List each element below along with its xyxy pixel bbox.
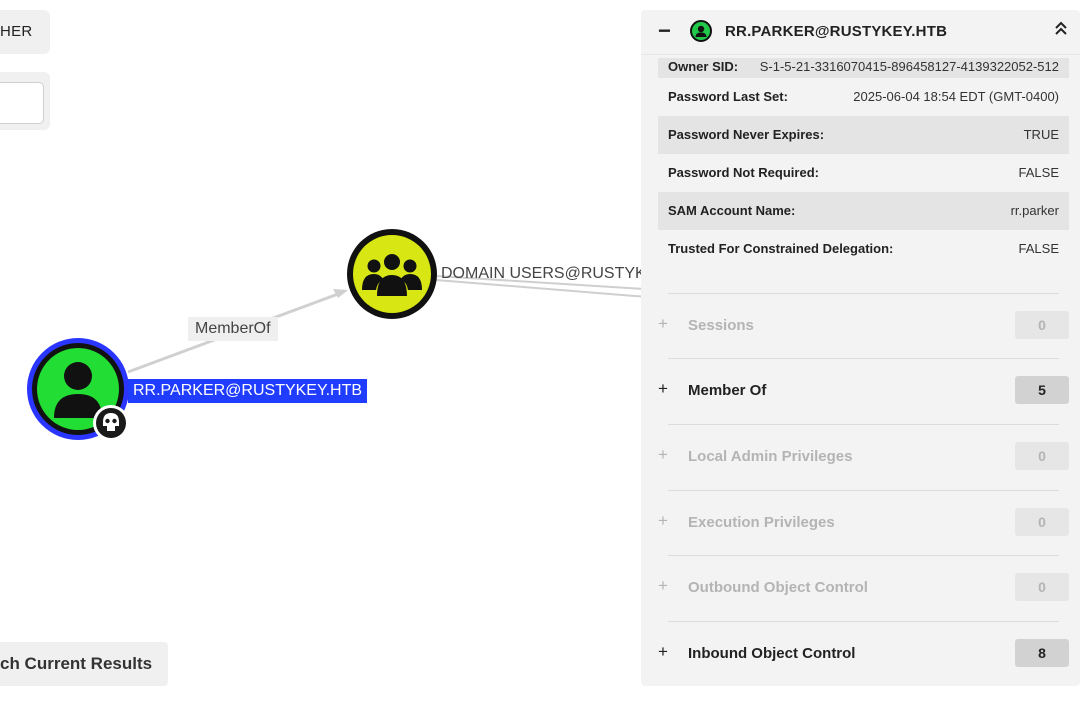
property-value: TRUE bbox=[1023, 127, 1059, 142]
edge-label-memberof: MemberOf bbox=[188, 317, 278, 341]
property-key: Password Not Required: bbox=[668, 165, 819, 180]
count-badge: 0 bbox=[1015, 573, 1069, 601]
property-key: SAM Account Name: bbox=[668, 203, 796, 218]
count-badge: 5 bbox=[1015, 376, 1069, 404]
search-current-results-label: ch Current Results bbox=[0, 654, 153, 673]
section-sessions[interactable]: + Sessions 0 bbox=[658, 293, 1069, 358]
property-value: S-1-5-21-3316070415-896458127-4139322052… bbox=[759, 59, 1059, 74]
group-icon bbox=[362, 254, 422, 296]
count-badge: 0 bbox=[1015, 442, 1069, 470]
expand-icon: + bbox=[658, 576, 668, 595]
properties-table: Owner SID: S-1-5-21-3316070415-896458127… bbox=[658, 58, 1069, 268]
entity-panel: Owner SID: S-1-5-21-3316070415-896458127… bbox=[641, 10, 1080, 686]
property-row-sam-account-name: SAM Account Name: rr.parker bbox=[658, 192, 1069, 230]
section-divider bbox=[668, 621, 1059, 622]
property-key: Owner SID: bbox=[668, 59, 739, 74]
section-member-of[interactable]: + Member Of 5 bbox=[658, 358, 1069, 423]
group-node-label[interactable]: DOMAIN USERS@RUSTYK bbox=[441, 263, 646, 285]
section-divider bbox=[668, 555, 1059, 556]
expand-icon: + bbox=[658, 445, 668, 464]
property-value: FALSE bbox=[1018, 165, 1059, 180]
property-row-password-last-set: Password Last Set: 2025-06-04 18:54 EDT … bbox=[658, 78, 1069, 116]
expand-icon: + bbox=[658, 314, 668, 333]
property-row-password-not-required: Password Not Required: FALSE bbox=[658, 154, 1069, 192]
count-badge: 0 bbox=[1015, 311, 1069, 339]
section-local-admin-privileges[interactable]: + Local Admin Privileges 0 bbox=[658, 424, 1069, 489]
property-value: rr.parker bbox=[1010, 203, 1059, 218]
section-inbound-object-control[interactable]: + Inbound Object Control 8 bbox=[658, 621, 1069, 686]
section-divider bbox=[668, 424, 1059, 425]
count-badge: 8 bbox=[1015, 639, 1069, 667]
skull-icon bbox=[93, 405, 129, 441]
section-label: Inbound Object Control bbox=[688, 645, 856, 662]
section-execution-privileges[interactable]: + Execution Privileges 0 bbox=[658, 490, 1069, 555]
section-label: Sessions bbox=[688, 317, 754, 334]
expand-icon: + bbox=[658, 511, 668, 530]
search-current-results-button[interactable]: ch Current Results bbox=[0, 642, 168, 686]
panel-header: − RR.PARKER@RUSTYKEY.HTB bbox=[641, 10, 1080, 55]
property-row-owner-sid: Owner SID: S-1-5-21-3316070415-896458127… bbox=[658, 58, 1069, 78]
user-icon bbox=[690, 20, 712, 42]
section-label: Member Of bbox=[688, 382, 767, 399]
user-node-label[interactable]: RR.PARKER@RUSTYKEY.HTB bbox=[128, 379, 368, 403]
section-divider bbox=[668, 293, 1059, 294]
expand-icon: + bbox=[658, 379, 668, 398]
property-value: 2025-06-04 18:54 EDT (GMT-0400) bbox=[853, 89, 1059, 104]
property-key: Password Never Expires: bbox=[668, 127, 825, 142]
section-label: Execution Privileges bbox=[688, 514, 835, 531]
group-node[interactable] bbox=[347, 229, 437, 319]
section-divider bbox=[668, 490, 1059, 491]
panel-title: RR.PARKER@RUSTYKEY.HTB bbox=[725, 23, 948, 40]
section-outbound-object-control[interactable]: + Outbound Object Control 0 bbox=[658, 555, 1069, 620]
section-label: Outbound Object Control bbox=[688, 579, 868, 596]
section-label: Local Admin Privileges bbox=[688, 448, 853, 465]
property-key: Password Last Set: bbox=[668, 89, 788, 104]
expand-icon: + bbox=[658, 642, 668, 661]
collapse-panel-button[interactable]: − bbox=[658, 20, 671, 42]
section-divider bbox=[668, 358, 1059, 359]
property-row-trusted-constrained-delegation: Trusted For Constrained Delegation: FALS… bbox=[658, 230, 1069, 268]
count-badge: 0 bbox=[1015, 508, 1069, 536]
property-key: Trusted For Constrained Delegation: bbox=[668, 241, 894, 256]
property-value: FALSE bbox=[1018, 241, 1059, 256]
chevron-up-double-icon[interactable] bbox=[1054, 20, 1068, 41]
property-row-password-never-expires: Password Never Expires: TRUE bbox=[658, 116, 1069, 154]
